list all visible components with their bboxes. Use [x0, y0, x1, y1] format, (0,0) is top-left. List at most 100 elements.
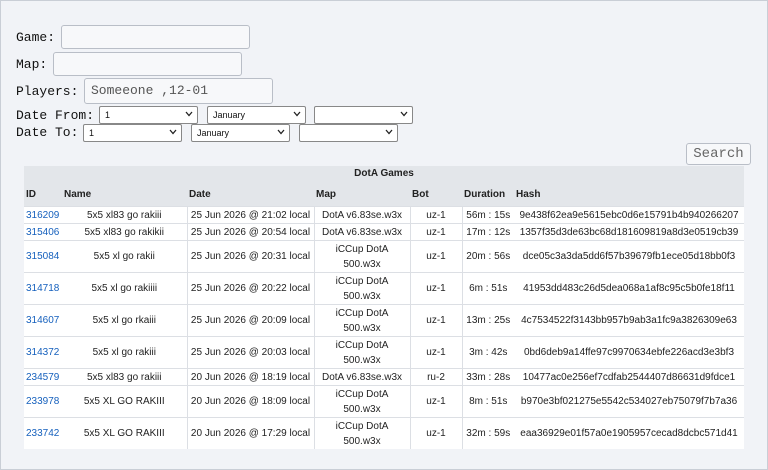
table-row: 314607 5x5 xl go rkaiii 25 Jun 2026 @ 20…	[24, 304, 744, 337]
game-hash: 1357f35d3de63bc68d181609819a8d3e0519cb39	[514, 223, 744, 241]
col-header-map: Map	[314, 182, 410, 207]
from-month-value: January	[213, 110, 246, 120]
game-map: DotA v6.83se.w3x	[313, 206, 411, 224]
to-day-value: 1	[89, 128, 95, 138]
players-input[interactable]: Someeone ,12-01	[84, 78, 273, 104]
col-header-id: ID	[24, 182, 62, 207]
game-hash: 9e438f62ea9e5615ebc0d6e15791b4b940266207	[514, 206, 744, 224]
game-label: Game:	[16, 30, 56, 45]
game-duration: 13m : 25s	[461, 304, 514, 337]
game-bot: uz-1	[410, 417, 462, 449]
game-name: 5x5 xl go rakii	[62, 240, 188, 273]
game-date: 25 Jun 2026 @ 21:02 local	[187, 206, 314, 224]
col-header-duration: Duration	[462, 182, 514, 207]
game-id-cell: 315406	[24, 223, 62, 241]
table-row: 314718 5x5 xl go rakiiii 25 Jun 2026 @ 2…	[24, 272, 744, 305]
game-id-link[interactable]: 315406	[26, 227, 59, 238]
game-id-cell: 315084	[24, 240, 62, 273]
game-hash: b970e3bf021275e5542c534027eb75079f7b7a36	[514, 385, 744, 418]
chevron-down-icon	[400, 111, 408, 117]
game-map: DotA v6.83se.w3x	[313, 368, 411, 386]
col-header-name: Name	[62, 182, 187, 207]
to-day-select[interactable]: 1	[83, 124, 182, 142]
game-bot: uz-1	[410, 240, 462, 273]
game-name: 5x5 xl83 go rakikii	[62, 223, 188, 241]
from-day-value: 1	[105, 110, 111, 120]
table-row: 233978 5x5 XL GO RAKIII 20 Jun 2026 @ 18…	[24, 385, 744, 418]
game-duration: 6m : 51s	[461, 272, 514, 305]
game-date: 25 Jun 2026 @ 20:03 local	[187, 336, 314, 369]
game-bot: uz-1	[410, 304, 462, 337]
table-row: 315084 5x5 xl go rakii 25 Jun 2026 @ 20:…	[24, 240, 744, 273]
from-day-select[interactable]: 1	[99, 106, 198, 124]
col-header-date: Date	[187, 182, 314, 207]
game-bot: uz-1	[410, 272, 462, 305]
game-bot: uz-1	[410, 385, 462, 418]
game-hash: 4c7534522f3143bb957b9ab3a1fc9a3826309e63	[514, 304, 744, 337]
game-map: DotA v6.83se.w3x	[313, 223, 411, 241]
game-duration: 20m : 56s	[461, 240, 514, 273]
game-map: iCCup DotA 500.w3x	[313, 336, 411, 369]
game-id-link[interactable]: 314607	[26, 315, 59, 326]
game-bot: uz-1	[410, 223, 462, 241]
from-month-select[interactable]: January	[207, 106, 306, 124]
from-year-select[interactable]	[314, 106, 413, 124]
game-id-cell: 316209	[24, 206, 62, 224]
game-id-link[interactable]: 314718	[26, 283, 59, 294]
game-map: iCCup DotA 500.w3x	[313, 385, 411, 418]
chevron-down-icon	[169, 129, 177, 135]
players-label: Players:	[16, 84, 79, 99]
game-hash: 10477ac0e256ef7cdfab2544407d86631d9fdce1	[514, 368, 744, 386]
to-year-select[interactable]	[299, 124, 398, 142]
chevron-down-icon	[185, 111, 193, 117]
game-id-cell: 314718	[24, 272, 62, 305]
game-name: 5x5 XL GO RAKIII	[62, 417, 188, 449]
col-header-bot: Bot	[410, 182, 462, 207]
game-bot: uz-1	[410, 206, 462, 224]
game-id-link[interactable]: 315084	[26, 251, 59, 262]
game-duration: 32m : 59s	[461, 417, 514, 449]
game-name: 5x5 xl go rakiii	[62, 336, 188, 369]
game-id-cell: 314372	[24, 336, 62, 369]
game-id-cell: 233978	[24, 385, 62, 418]
game-hash: 0bd6deb9a14ffe97c9970634ebfe226acd3e3bf3	[514, 336, 744, 369]
table-row: 316209 5x5 xl83 go rakiii 25 Jun 2026 @ …	[24, 206, 744, 224]
game-id-cell: 234579	[24, 368, 62, 386]
game-duration: 3m : 42s	[461, 336, 514, 369]
game-id-cell: 233742	[24, 417, 62, 449]
table-row: 234579 5x5 xl83 go rakiii 20 Jun 2026 @ …	[24, 368, 744, 386]
game-id-link[interactable]: 314372	[26, 347, 59, 358]
game-id-link[interactable]: 316209	[26, 210, 59, 221]
game-map: iCCup DotA 500.w3x	[313, 417, 411, 449]
game-bot: ru-2	[410, 368, 462, 386]
game-input[interactable]	[61, 25, 250, 49]
table-caption: DotA Games	[24, 166, 744, 182]
game-name: 5x5 xl go rakiiii	[62, 272, 188, 305]
game-hash: eaa36929e01f57a0e1905957cecad8dcbc571d41	[514, 417, 744, 449]
game-id-cell: 314607	[24, 304, 62, 337]
to-month-value: January	[197, 128, 230, 138]
game-name: 5x5 xl83 go rakiii	[62, 368, 188, 386]
game-name: 5x5 xl83 go rakiii	[62, 206, 188, 224]
table-header-row: ID Name Date Map Bot Duration Hash	[24, 182, 744, 207]
date-to-label: Date To:	[16, 125, 79, 140]
game-id-link[interactable]: 233742	[26, 428, 59, 439]
game-map: iCCup DotA 500.w3x	[313, 304, 411, 337]
chevron-down-icon	[385, 129, 393, 135]
game-date: 20 Jun 2026 @ 18:09 local	[187, 385, 314, 418]
game-date: 25 Jun 2026 @ 20:54 local	[187, 223, 314, 241]
date-from-label: Date From:	[16, 108, 95, 123]
game-id-link[interactable]: 233978	[26, 396, 59, 407]
game-name: 5x5 XL GO RAKIII	[62, 385, 188, 418]
game-hash: 41953dd483c26d5dea068a1af8c95c5b0fe18f11	[514, 272, 744, 305]
game-date: 20 Jun 2026 @ 18:19 local	[187, 368, 314, 386]
game-map: iCCup DotA 500.w3x	[313, 240, 411, 273]
to-month-select[interactable]: January	[191, 124, 290, 142]
chevron-down-icon	[277, 129, 285, 135]
game-id-link[interactable]: 234579	[26, 372, 59, 383]
search-button[interactable]: Search	[686, 143, 751, 165]
map-input[interactable]	[53, 52, 242, 76]
game-date: 20 Jun 2026 @ 17:29 local	[187, 417, 314, 449]
map-label: Map:	[16, 57, 48, 72]
game-date: 25 Jun 2026 @ 20:22 local	[187, 272, 314, 305]
